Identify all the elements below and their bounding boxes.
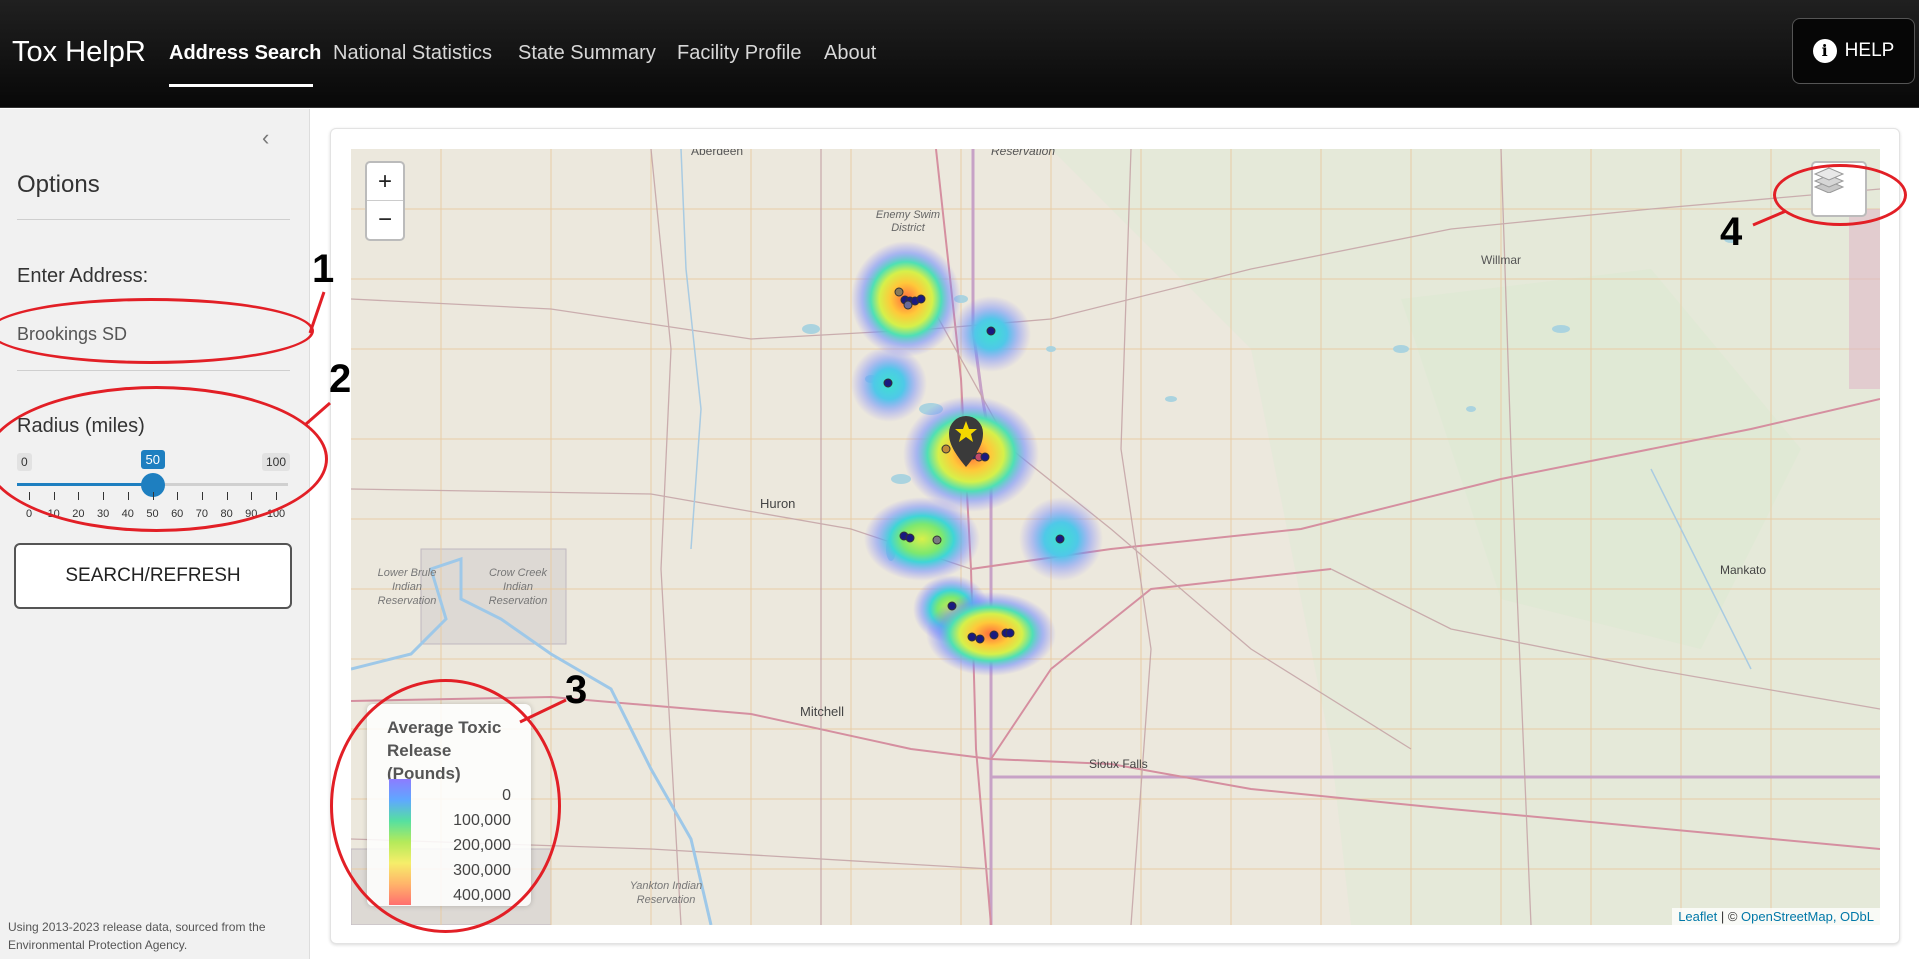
zoom-in-button[interactable]: + — [367, 163, 403, 201]
zoom-control: + − — [365, 161, 405, 241]
heatmap-legend: Average Toxic Release (Pounds) 0 100,000… — [367, 704, 531, 906]
legend-title: Average Toxic Release (Pounds) — [387, 718, 502, 783]
place-label: Huron — [760, 496, 796, 511]
address-input[interactable] — [0, 314, 290, 354]
place-label: Mitchell — [800, 704, 845, 719]
help-label: HELP — [1844, 40, 1895, 61]
layers-control-button[interactable] — [1811, 161, 1867, 217]
legend-label: 0 — [502, 787, 511, 804]
options-title: Options — [17, 171, 100, 198]
radius-max-label: 100 — [262, 453, 291, 471]
radius-value-badge: 50 — [140, 450, 165, 469]
help-button[interactable]: i HELP — [1792, 18, 1915, 84]
slider-tick — [78, 492, 80, 500]
map-attribution: Leaflet | © OpenStreetMap, ODbL — [1672, 908, 1880, 925]
place-label: Reservation — [991, 149, 1056, 158]
odbl-link[interactable]: , ODbL — [1833, 909, 1874, 924]
search-refresh-button[interactable]: SEARCH/REFRESH — [14, 543, 292, 609]
place-label: Mankato — [1720, 563, 1767, 577]
active-tab-indicator — [169, 84, 313, 87]
legend-label: 100,000 — [453, 812, 511, 829]
slider-tick — [276, 492, 277, 500]
slider-tick-label: 60 — [171, 508, 184, 520]
nav-about[interactable]: About — [824, 42, 876, 65]
info-circle-icon: i — [1812, 39, 1837, 63]
slider-tick-label: 90 — [245, 508, 258, 520]
legend-color-bar — [389, 779, 411, 905]
slider-tick-label: 30 — [96, 508, 110, 520]
place-label: Willmar — [1481, 253, 1521, 267]
nav-state-summary[interactable]: State Summary — [518, 42, 656, 65]
slider-tick-label: 0 — [25, 508, 33, 520]
slider-tick-label: 10 — [47, 508, 60, 520]
radius-label: Radius (miles) — [17, 415, 145, 437]
annotation-number-2: 2 — [329, 357, 352, 401]
nav-address-search[interactable]: Address Search — [169, 42, 321, 65]
data-source-note: Using 2013-2023 release data, sourced fr… — [8, 920, 266, 952]
radius-slider-fill — [17, 483, 153, 486]
slider-tick — [53, 492, 55, 500]
nav-facility-profile[interactable]: Facility Profile — [677, 42, 801, 65]
slider-tick-label: 40 — [121, 508, 134, 520]
slider-tick — [251, 492, 253, 500]
annotation-number-4: 4 — [1720, 210, 1743, 254]
slider-tick — [201, 492, 203, 500]
legend-label: 400,000 — [453, 887, 511, 904]
slider-tick-label: 100 — [266, 508, 286, 520]
app-brand[interactable]: Tox HelpR — [12, 36, 146, 69]
slider-tick-label: 80 — [220, 508, 233, 520]
slider-tick-label: 70 — [195, 508, 209, 520]
place-label: Sioux Falls — [1089, 757, 1148, 771]
divider — [17, 370, 290, 371]
layers-icon — [1813, 167, 1845, 193]
openstreetmap-link[interactable]: OpenStreetMap — [1741, 909, 1833, 924]
chevron-left-icon[interactable]: ‹ — [262, 125, 269, 151]
place-label: Yankton Indian Reservation — [629, 880, 703, 906]
place-label: Lower Brule Indian Reservation — [377, 567, 437, 607]
radius-min-label: 0 — [17, 453, 32, 471]
address-label: Enter Address: — [17, 265, 149, 287]
slider-tick-label: 50 — [146, 508, 159, 520]
slider-tick — [177, 492, 179, 500]
place-label: Aberdeen — [691, 149, 744, 158]
attribution-separator: | © — [1717, 909, 1742, 924]
map-view[interactable]: Aberdeen Reservation Enemy Swim District… — [351, 149, 1880, 925]
divider — [17, 219, 290, 220]
slider-tick-label: 20 — [72, 508, 85, 520]
legend-label: 300,000 — [453, 862, 511, 879]
annotation-number-1: 1 — [312, 247, 335, 291]
slider-tick — [226, 492, 228, 500]
leaflet-link[interactable]: Leaflet — [1678, 909, 1717, 924]
place-label: Enemy Swim District — [875, 209, 941, 234]
navbar: Tox HelpR Address Search National Statis… — [0, 0, 1919, 108]
zoom-out-button[interactable]: − — [367, 201, 403, 239]
slider-tick — [152, 492, 154, 500]
place-label: Crow Creek Indian Reservation — [488, 567, 548, 607]
basemap — [351, 149, 1880, 925]
slider-tick — [103, 492, 105, 500]
slider-tick — [127, 492, 129, 500]
nav-national-statistics[interactable]: National Statistics — [333, 42, 492, 65]
legend-label: 200,000 — [453, 837, 511, 854]
slider-tick — [29, 492, 30, 500]
annotation-number-3: 3 — [565, 668, 588, 712]
options-sidebar: ‹ Options Enter Address: Radius (miles) … — [0, 109, 310, 959]
